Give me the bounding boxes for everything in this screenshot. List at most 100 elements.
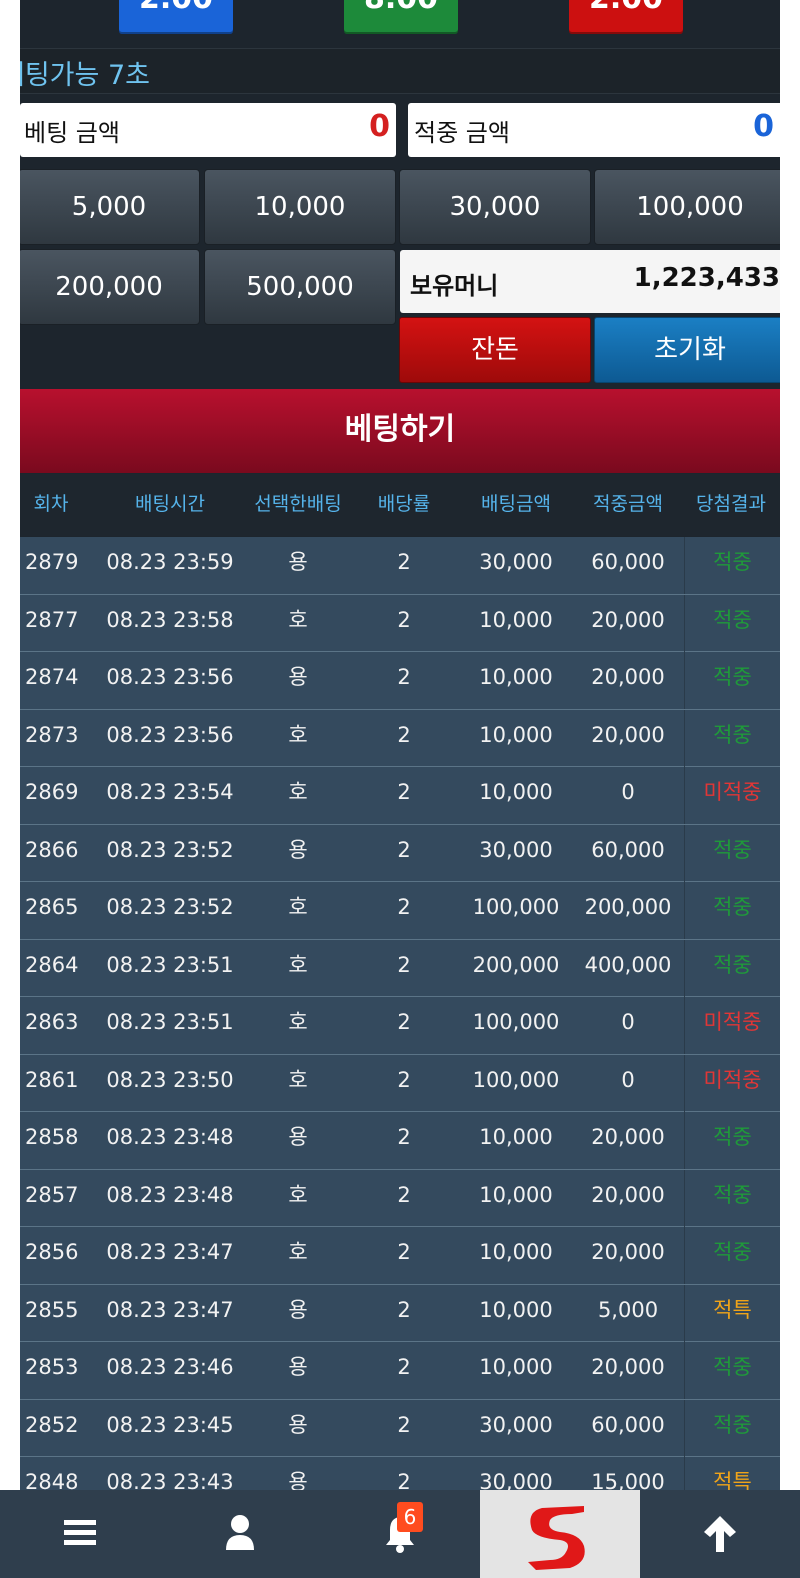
odds-button-dragon[interactable]: 2.00: [119, 0, 233, 34]
timer-bar: 베팅가능 7초: [20, 48, 780, 94]
cell-odds: 2: [397, 1182, 411, 1207]
cell-round: 2858: [25, 1125, 79, 1149]
cell-time: 08.23 23:52: [106, 895, 234, 919]
cell-win-amount: 60,000: [591, 837, 665, 862]
cell-odds: 2: [397, 1412, 411, 1437]
cell-result: 적중: [684, 709, 780, 767]
cell-time: 08.23 23:45: [106, 1412, 234, 1437]
cell-win-amount: 200,000: [584, 895, 672, 919]
place-bet-button[interactable]: 베팅하기: [20, 389, 780, 473]
chip-button-10000[interactable]: 10,000: [204, 169, 396, 245]
cell-bet-amount: 10,000: [479, 1125, 553, 1149]
menu-icon: [64, 1520, 96, 1545]
table-row: 2869 08.23 23:54 호 2 10,000 0 미적중: [20, 767, 780, 825]
header-round: 회차: [33, 493, 69, 515]
chip-button-30000[interactable]: 30,000: [399, 169, 591, 245]
cell-bet-amount: 10,000: [479, 1355, 553, 1379]
cell-selection: 호: [288, 1240, 308, 1264]
chip-button-5000[interactable]: 5,000: [20, 169, 200, 245]
cell-selection: 용: [288, 1355, 308, 1379]
cell-odds: 2: [397, 952, 411, 977]
table-row: 2855 08.23 23:47 용 2 10,000 5,000 적특: [20, 1284, 780, 1342]
bet-timer-text: 베팅가능 7초: [20, 60, 150, 91]
cell-result: 적중: [684, 594, 780, 652]
cell-bet-amount: 10,000: [479, 665, 553, 689]
table-row: 2879 08.23 23:59 용 2 30,000 60,000 적중: [20, 537, 780, 595]
cell-selection: 용: [288, 1412, 308, 1437]
cell-selection: 용: [288, 665, 308, 689]
cell-time: 08.23 23:47: [106, 1297, 234, 1322]
win-amount-label: 적중 금액: [414, 119, 510, 147]
nav-scroll-top[interactable]: [640, 1490, 800, 1578]
cell-result: 적중: [684, 824, 780, 882]
balance-box: 보유머니 1,223,433: [400, 250, 780, 313]
cell-result: 적중: [684, 1227, 780, 1284]
cell-selection: 호: [288, 1010, 308, 1034]
odds-button-tie[interactable]: 8.00: [344, 0, 458, 34]
table-row: 2866 08.23 23:52 용 2 30,000 60,000 적중: [20, 824, 780, 882]
game-panel: 2.00 8.00 2.00 베팅가능 7초 베팅 금액 0 적중 금액 0 5…: [20, 0, 780, 1578]
cell-result: 적중: [684, 1399, 780, 1457]
cell-round: 2855: [25, 1297, 79, 1322]
cell-bet-amount: 30,000: [479, 1412, 553, 1437]
app-root: 2.00 8.00 2.00 베팅가능 7초 베팅 금액 0 적중 금액 0 5…: [0, 0, 800, 1578]
cell-result: 미적중: [684, 767, 780, 824]
cell-bet-amount: 100,000: [472, 1067, 560, 1092]
arrow-up-icon: [704, 1516, 736, 1552]
cell-selection: 용: [288, 1125, 308, 1149]
cell-win-amount: 20,000: [591, 1182, 665, 1207]
cell-round: 2857: [25, 1182, 79, 1207]
bet-amount-value: 0: [369, 109, 390, 144]
cell-selection: 호: [288, 1182, 308, 1207]
cell-win-amount: 20,000: [591, 1240, 665, 1264]
cell-time: 08.23 23:51: [106, 952, 234, 977]
table-row: 2873 08.23 23:56 호 2 10,000 20,000 적중: [20, 709, 780, 767]
odds-button-tiger[interactable]: 2.00: [569, 0, 683, 34]
cell-selection: 호: [288, 952, 308, 977]
table-row: 2864 08.23 23:51 호 2 200,000 400,000 적중: [20, 939, 780, 997]
cell-time: 08.23 23:54: [106, 780, 234, 804]
cell-win-amount: 0: [621, 780, 635, 804]
cell-time: 08.23 23:58: [106, 607, 234, 632]
chip-button-100000[interactable]: 100,000: [594, 169, 780, 245]
cell-result: 적중: [684, 1169, 780, 1227]
reset-button[interactable]: 초기화: [594, 317, 780, 383]
chip-button-200000[interactable]: 200,000: [20, 249, 200, 325]
bet-amount-box: 베팅 금액 0: [20, 103, 396, 157]
cell-odds: 2: [397, 665, 411, 689]
chip-button-500000[interactable]: 500,000: [204, 249, 396, 325]
cell-result: 적중: [684, 537, 780, 594]
header-bet-amount: 배팅금액: [481, 493, 551, 515]
cell-odds: 2: [397, 1125, 411, 1149]
cell-bet-amount: 30,000: [479, 837, 553, 862]
cell-win-amount: 20,000: [591, 665, 665, 689]
cell-bet-amount: 10,000: [479, 722, 553, 747]
cell-win-amount: 5,000: [597, 1297, 659, 1322]
cell-win-amount: 20,000: [591, 607, 665, 632]
table-row: 2877 08.23 23:58 호 2 10,000 20,000 적중: [20, 594, 780, 652]
cell-odds: 2: [397, 895, 411, 919]
cell-odds: 2: [397, 1297, 411, 1322]
table-row: 2861 08.23 23:50 호 2 100,000 0 미적중: [20, 1054, 780, 1112]
nav-user[interactable]: [160, 1490, 320, 1578]
cell-win-amount: 0: [621, 1067, 635, 1092]
cell-win-amount: 20,000: [591, 1125, 665, 1149]
table-row: 2852 08.23 23:45 용 2 30,000 60,000 적중: [20, 1399, 780, 1457]
cell-selection: 용: [288, 550, 308, 574]
change-button[interactable]: 잔돈: [399, 317, 591, 383]
bet-amount-label: 베팅 금액: [24, 119, 120, 147]
cell-time: 08.23 23:46: [106, 1355, 234, 1379]
cell-selection: 용: [288, 1297, 308, 1322]
cell-win-amount: 60,000: [591, 1412, 665, 1437]
nav-menu[interactable]: [0, 1490, 160, 1578]
table-row: 2857 08.23 23:48 호 2 10,000 20,000 적중: [20, 1169, 780, 1227]
notification-badge: 6: [397, 1502, 423, 1532]
table-row: 2858 08.23 23:48 용 2 10,000 20,000 적중: [20, 1112, 780, 1170]
cell-time: 08.23 23:59: [106, 550, 234, 574]
cell-round: 2874: [25, 665, 79, 689]
header-selection: 선택한배팅: [254, 493, 342, 515]
nav-home-logo[interactable]: [480, 1490, 640, 1578]
cell-odds: 2: [397, 1355, 411, 1379]
cell-round: 2879: [25, 550, 79, 574]
cell-win-amount: 60,000: [591, 550, 665, 574]
